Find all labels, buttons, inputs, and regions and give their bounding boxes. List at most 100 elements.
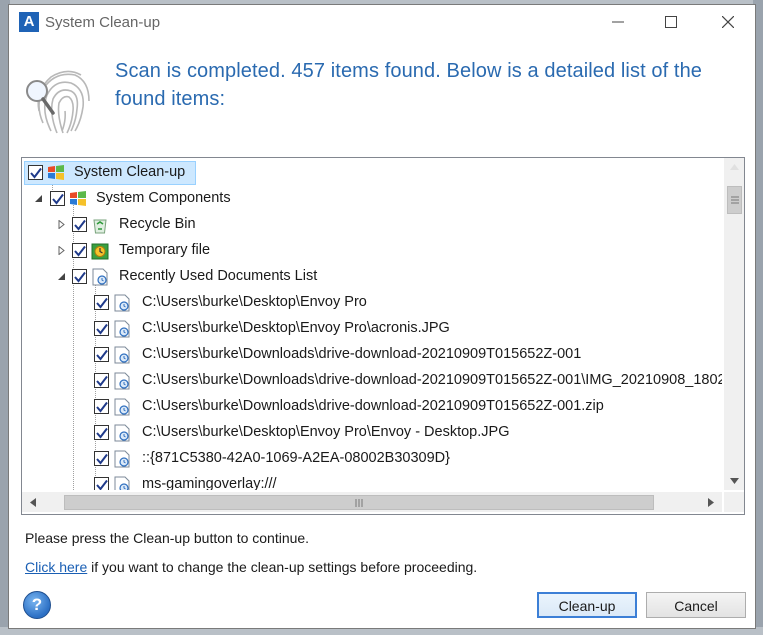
tree-node-label: System Components xyxy=(96,190,231,206)
checkmark-icon xyxy=(96,401,108,413)
checkbox[interactable] xyxy=(94,373,109,388)
checkmark-icon xyxy=(30,167,42,179)
tree-node-label: Recently Used Documents List xyxy=(119,268,318,284)
horizontal-scrollbar[interactable] xyxy=(22,492,722,512)
checkbox[interactable] xyxy=(94,425,109,440)
checkmark-icon xyxy=(52,193,64,205)
minimize-button[interactable] xyxy=(595,5,641,39)
checkbox[interactable] xyxy=(94,477,109,490)
grip-icon xyxy=(731,196,739,204)
item-path: C:\Users\burke\Desktop\Envoy Pro xyxy=(142,294,367,310)
close-icon xyxy=(722,16,734,28)
scroll-up-arrow-icon[interactable] xyxy=(730,164,739,170)
checkmark-icon xyxy=(96,375,108,387)
tree-node-temporary-file[interactable]: Temporary file xyxy=(22,238,722,264)
minimize-icon xyxy=(612,21,624,23)
settings-hint-text: if you want to change the clean-up setti… xyxy=(87,559,478,575)
title-bar[interactable]: A System Clean-up xyxy=(9,5,755,39)
checkmark-icon xyxy=(96,453,108,465)
tree-node-label: Recycle Bin xyxy=(119,216,196,232)
system-cleanup-dialog: A System Clean-up Scan is completed. 457… xyxy=(8,4,756,629)
checkbox[interactable] xyxy=(50,191,65,206)
checkbox[interactable] xyxy=(72,217,87,232)
checkmark-icon xyxy=(96,297,108,309)
maximize-icon xyxy=(665,16,677,28)
list-item[interactable]: ::{871C5380-42A0-1069-A2EA-08002B30309D} xyxy=(22,446,722,472)
help-icon: ? xyxy=(31,595,43,614)
item-path: C:\Users\burke\Downloads\drive-download-… xyxy=(142,346,582,362)
expanded-arrow-icon xyxy=(35,195,42,202)
checkmark-icon xyxy=(74,271,86,283)
cancel-button[interactable]: Cancel xyxy=(646,592,746,618)
tree-node-label: Temporary file xyxy=(119,242,211,258)
maximize-button[interactable] xyxy=(648,5,694,39)
expanded-arrow-icon xyxy=(58,273,65,280)
vertical-scrollbar-thumb[interactable] xyxy=(727,186,742,214)
recent-document-icon xyxy=(114,398,130,416)
list-item[interactable]: C:\Users\burke\Desktop\Envoy Pro xyxy=(22,290,722,316)
list-item[interactable]: C:\Users\burke\Desktop\Envoy Pro\Envoy -… xyxy=(22,420,722,446)
list-item[interactable]: C:\Users\burke\Downloads\drive-download-… xyxy=(22,342,722,368)
checkmark-icon xyxy=(96,349,108,361)
recent-document-icon xyxy=(114,346,130,364)
checkbox[interactable] xyxy=(94,451,109,466)
recycle-bin-icon xyxy=(93,219,107,234)
grip-icon xyxy=(355,499,363,507)
checkmark-icon xyxy=(96,323,108,335)
recent-document-icon xyxy=(114,294,130,312)
tree-node-system-components[interactable]: System Components xyxy=(22,186,722,212)
tree-node-recent-documents[interactable]: Recently Used Documents List xyxy=(22,264,722,290)
recent-document-icon xyxy=(114,424,130,442)
horizontal-scrollbar-thumb[interactable] xyxy=(64,495,654,510)
scroll-down-arrow-icon[interactable] xyxy=(730,478,739,484)
change-settings-link[interactable]: Click here xyxy=(25,559,87,575)
scan-result-heading: Scan is completed. 457 items found. Belo… xyxy=(115,60,703,110)
recent-document-icon xyxy=(114,320,130,338)
recent-document-icon xyxy=(114,372,130,390)
item-path: C:\Users\burke\Downloads\drive-download-… xyxy=(142,372,722,388)
checkmark-icon xyxy=(96,427,108,439)
checkmark-icon xyxy=(96,479,108,490)
recent-document-icon xyxy=(92,268,108,286)
temporary-file-icon xyxy=(91,243,109,260)
tree-node-recycle-bin[interactable]: Recycle Bin xyxy=(22,212,722,238)
list-item[interactable]: C:\Users\burke\Downloads\drive-download-… xyxy=(22,394,722,420)
settings-hint: Click here if you want to change the cle… xyxy=(25,559,477,575)
checkbox[interactable] xyxy=(94,321,109,336)
fingerprint-magnifier-icon xyxy=(26,70,90,134)
checkbox[interactable] xyxy=(72,269,87,284)
recent-document-icon xyxy=(114,450,130,468)
recent-document-icon xyxy=(114,476,130,490)
item-path: C:\Users\burke\Desktop\Envoy Pro\Envoy -… xyxy=(142,424,510,440)
item-path: C:\Users\burke\Downloads\drive-download-… xyxy=(142,398,604,414)
scroll-left-arrow-icon[interactable] xyxy=(30,498,36,507)
checkbox[interactable] xyxy=(94,295,109,310)
close-button[interactable] xyxy=(705,5,751,39)
checkbox[interactable] xyxy=(94,399,109,414)
cleanup-button[interactable]: Clean-up xyxy=(537,592,637,618)
checkbox[interactable] xyxy=(94,347,109,362)
tree-node-system-cleanup[interactable]: System Clean-up xyxy=(22,160,722,186)
checkmark-icon xyxy=(74,245,86,257)
list-item[interactable]: C:\Users\burke\Desktop\Envoy Pro\acronis… xyxy=(22,316,722,342)
vertical-scrollbar[interactable] xyxy=(724,158,744,490)
help-button[interactable]: ? xyxy=(23,591,51,619)
tree-node-label: System Clean-up xyxy=(74,164,186,180)
acronis-logo-icon: A xyxy=(19,12,39,32)
windows-logo-icon xyxy=(70,191,86,206)
checkbox[interactable] xyxy=(28,165,43,180)
scroll-right-arrow-icon[interactable] xyxy=(708,498,714,507)
scan-results-tree[interactable]: System Clean-up System Components Recycl… xyxy=(21,157,745,515)
item-path: ms-gamingoverlay:/// xyxy=(142,476,277,490)
scrollbar-corner xyxy=(724,492,744,512)
windows-logo-icon xyxy=(48,165,64,180)
checkbox[interactable] xyxy=(72,243,87,258)
list-item[interactable]: C:\Users\burke\Downloads\drive-download-… xyxy=(22,368,722,394)
collapsed-arrow-icon xyxy=(58,220,65,229)
checkmark-icon xyxy=(74,219,86,231)
instruction-text: Please press the Clean-up button to cont… xyxy=(25,530,310,546)
item-path: C:\Users\burke\Desktop\Envoy Pro\acronis… xyxy=(142,320,450,336)
window-title: System Clean-up xyxy=(45,14,161,31)
list-item[interactable]: ms-gamingoverlay:/// xyxy=(22,472,722,490)
collapsed-arrow-icon xyxy=(58,246,65,255)
